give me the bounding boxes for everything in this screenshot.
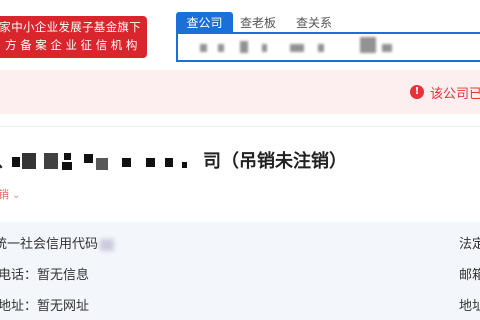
pixelated-name	[62, 162, 72, 170]
divider	[0, 126, 480, 127]
email-label: 邮箱	[459, 268, 480, 283]
chevron-down-icon: ⌄	[12, 190, 21, 201]
tab-relation[interactable]: 查关系	[296, 12, 332, 34]
pixelated-text	[262, 44, 267, 52]
badge-line-2: 方备案企业征信机构	[5, 38, 141, 52]
tab-boss[interactable]: 查老板	[240, 12, 276, 34]
website-label: 地址：暂无网址	[0, 299, 90, 314]
pixelated-name	[146, 158, 155, 167]
status-tag[interactable]: 销 ⌄	[0, 186, 20, 202]
pixelated-name	[44, 153, 58, 169]
pixelated-name	[96, 158, 108, 170]
pixelated-value	[100, 238, 115, 251]
pixelated-name	[165, 158, 173, 167]
pixelated-name	[182, 162, 187, 168]
pixelated-name	[84, 154, 93, 163]
website-row: 地址：暂无网址	[0, 298, 89, 316]
status-alert: ! 该公司已	[0, 70, 480, 114]
page: 家中小企业发展子基金旗下 方备案企业征信机构 查公司 查老板 查关系 ! 该公司…	[0, 0, 480, 320]
search-input[interactable]	[176, 32, 480, 62]
pixelated-name	[22, 153, 36, 169]
alert-text: 该公司已	[430, 87, 480, 102]
legal-rep-label: 法定	[459, 237, 480, 252]
pixelated-text	[290, 44, 304, 52]
pixelated-name	[122, 158, 131, 167]
header: 家中小企业发展子基金旗下 方备案企业征信机构 查公司 查老板 查关系	[0, 0, 480, 68]
pixelated-text	[382, 44, 392, 52]
credit-code-label: 统一社会信用代码	[0, 237, 99, 252]
warning-icon: !	[410, 85, 424, 99]
pixelated-text	[200, 44, 207, 52]
pixelated-name	[12, 157, 20, 167]
pixelated-text	[360, 37, 376, 53]
company-status: （吊销未注销）	[221, 151, 347, 172]
company-name-suffix: 司	[203, 151, 221, 172]
address-label: 地址	[459, 299, 480, 314]
pixelated-text	[218, 44, 224, 52]
company-title: 、 司（吊销未注销）	[0, 148, 480, 176]
tab-company[interactable]: 查公司	[176, 12, 233, 34]
status-tag-label: 销	[0, 188, 9, 201]
pixelated-text	[318, 44, 324, 52]
badge-line-1: 家中小企业发展子基金旗下	[0, 20, 141, 34]
info-panel: 统一社会信用代码 电话：暂无信息 地址：暂无网址 法定 邮箱 地址	[0, 222, 480, 320]
credit-agency-badge: 家中小企业发展子基金旗下 方备案企业征信机构	[0, 16, 147, 58]
phone-row: 电话：暂无信息	[0, 268, 90, 283]
pixelated-name	[64, 153, 71, 160]
pixelated-text	[240, 41, 248, 53]
credit-code-row: 统一社会信用代码	[0, 236, 115, 254]
company-name-status: 司（吊销未注销）	[203, 148, 347, 176]
